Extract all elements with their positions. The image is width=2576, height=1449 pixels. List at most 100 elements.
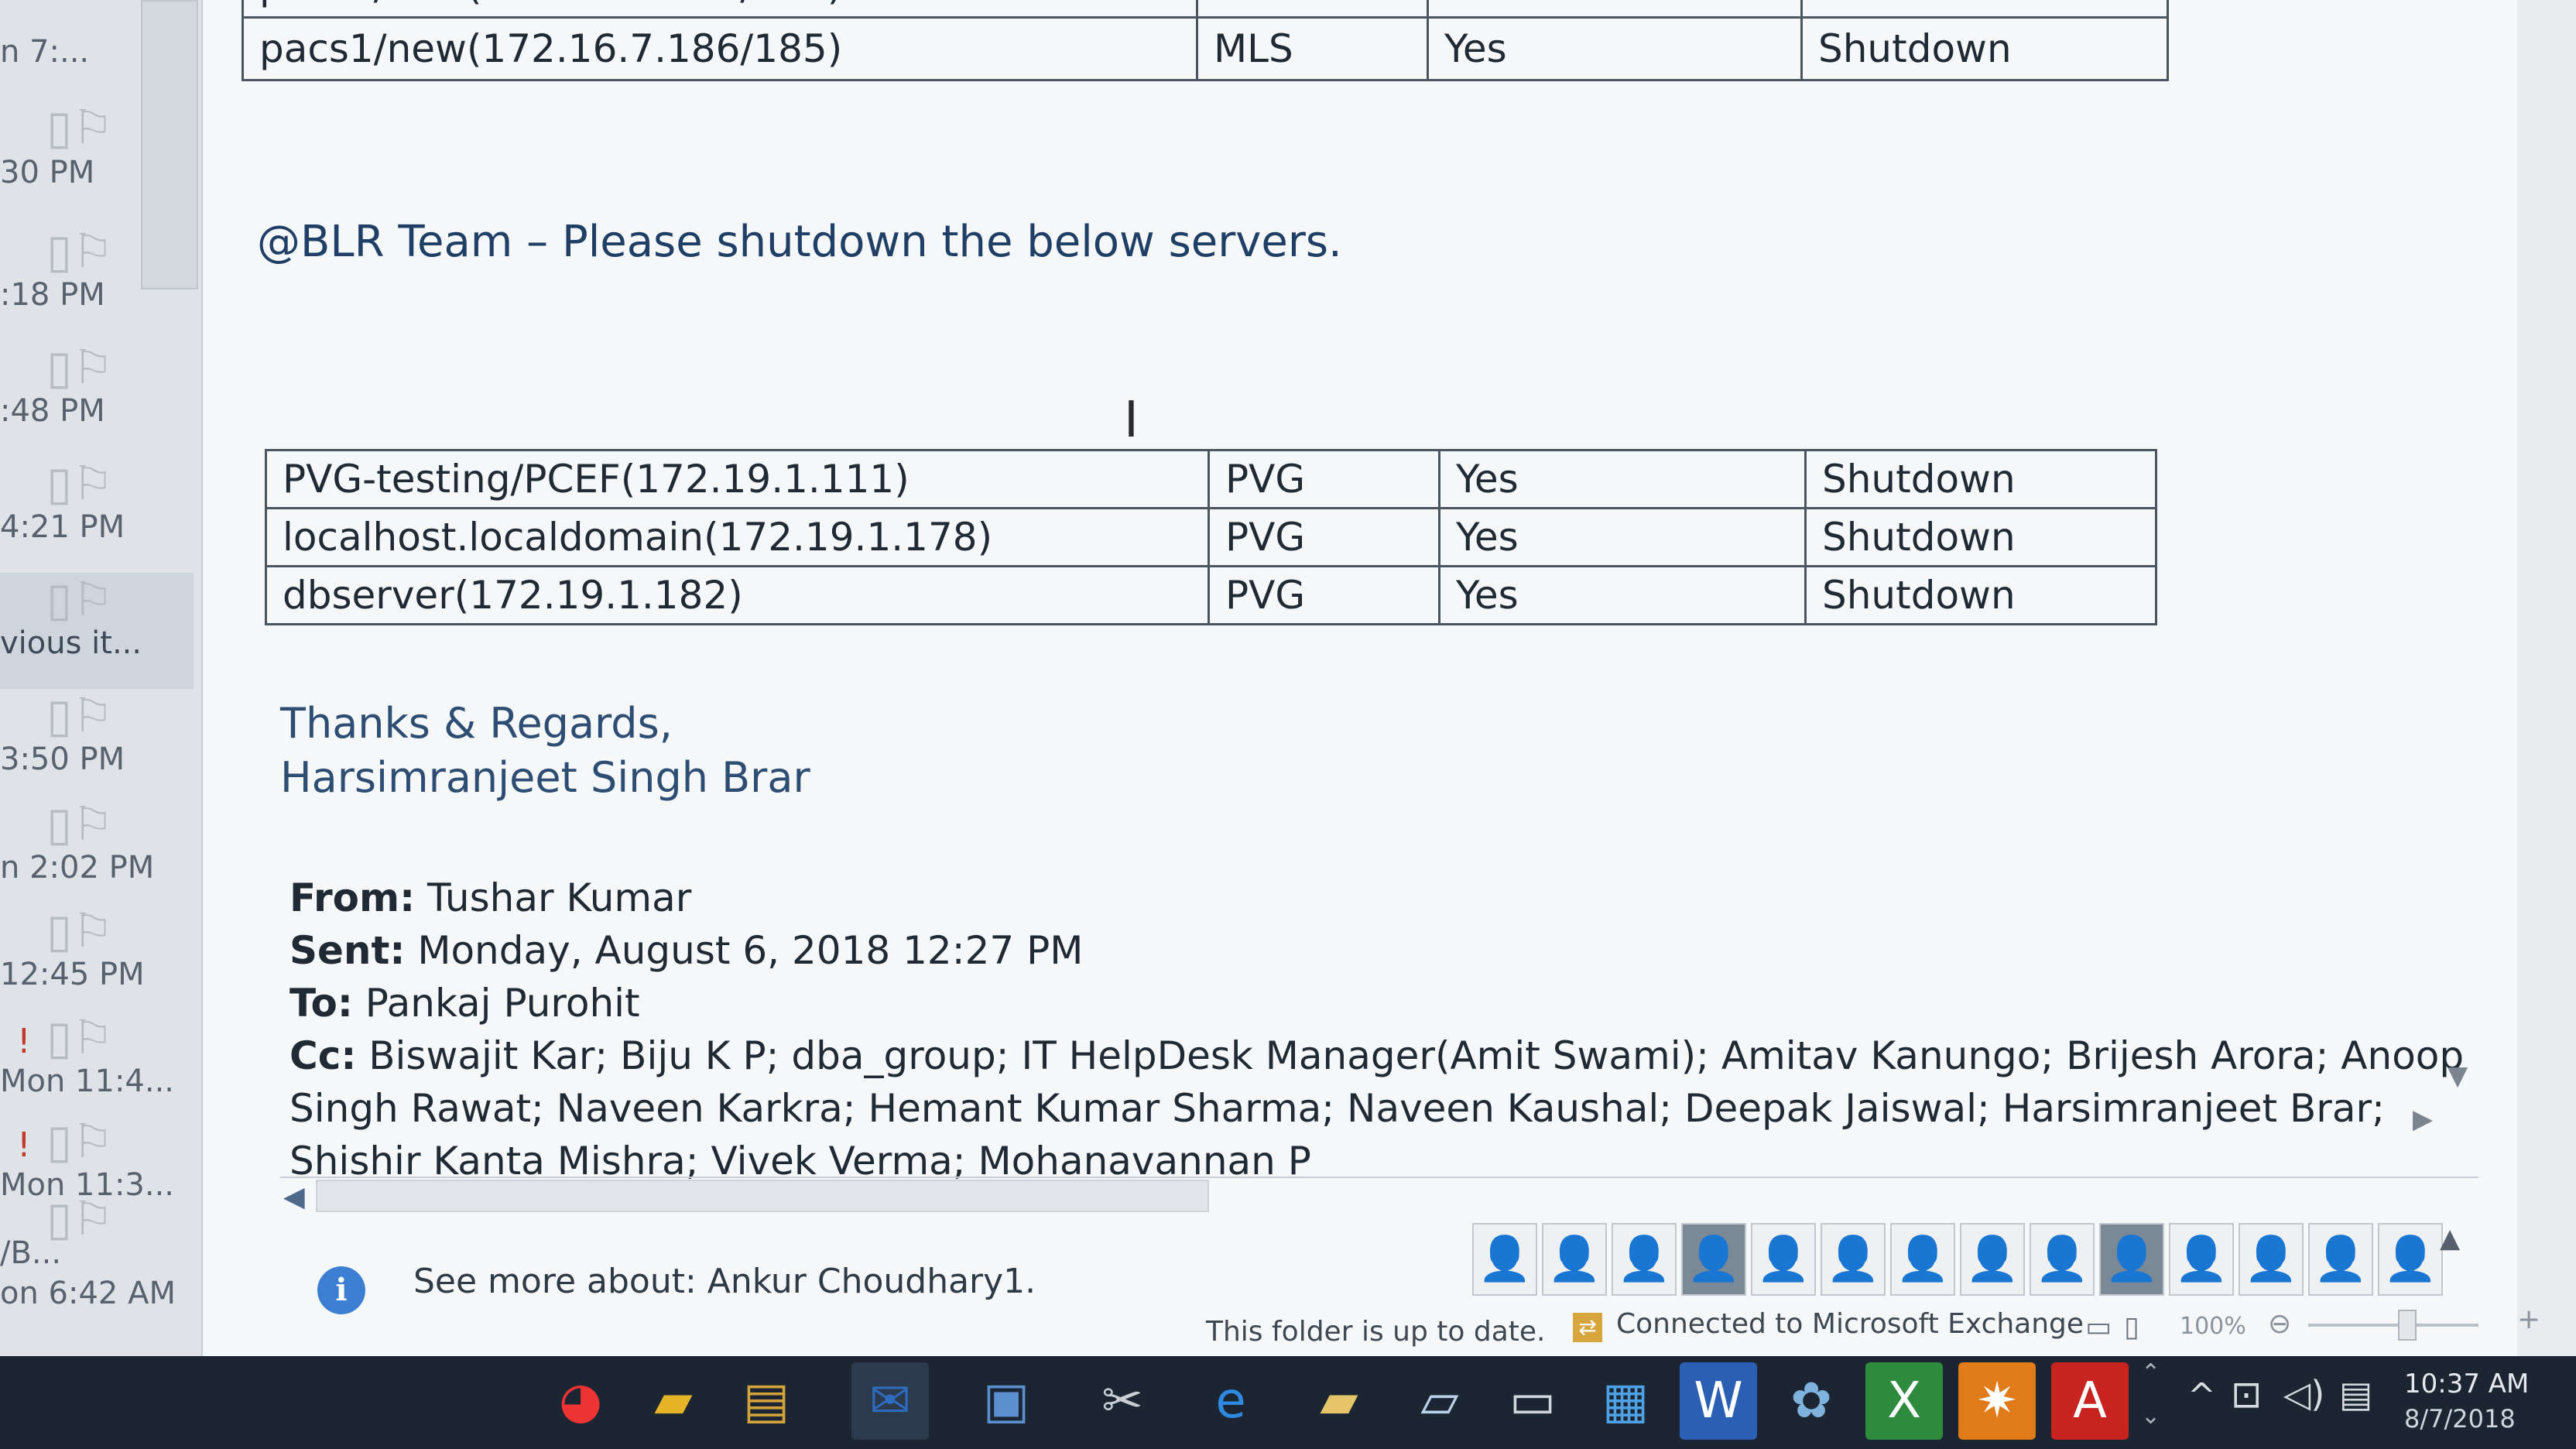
to-line: To: Pankaj Purohit: [289, 977, 2511, 1029]
person-avatar[interactable]: 👤: [1472, 1223, 1537, 1296]
acrobat-icon[interactable]: A: [2051, 1362, 2129, 1440]
table-cell: Shutdown: [1800, 16, 2169, 81]
notepad-icon[interactable]: ▱: [1401, 1362, 1478, 1440]
collapse-arrow-icon[interactable]: ▲: [2440, 1223, 2460, 1254]
flag-outline-icon[interactable]: ▯⚐: [46, 689, 114, 743]
reading-view-icon[interactable]: ▯: [2124, 1311, 2139, 1343]
message-list-item[interactable]: ▯⚐ :48 PM: [0, 341, 194, 457]
scroll-down-arrow-icon[interactable]: ▼: [2448, 1060, 2468, 1091]
action-center-icon[interactable]: ▤: [2339, 1373, 2372, 1415]
person-avatar[interactable]: 👤: [2308, 1223, 2373, 1296]
server-table-2: PVG-testing/PCEF(172.19.1.111) PVG Yes S…: [265, 449, 2157, 625]
message-time: 4:21 PM: [0, 509, 125, 545]
network-icon[interactable]: ⊡: [2231, 1373, 2262, 1416]
flag-outline-icon[interactable]: ▯⚐: [46, 341, 114, 395]
message-list-item[interactable]: ▯⚐ :18 PM: [0, 224, 194, 341]
message-time: 3:50 PM: [0, 742, 125, 777]
message-list-item[interactable]: ! ▯⚐ Mon 11:4...: [0, 1011, 194, 1127]
remote-desktop-icon[interactable]: ▣: [968, 1362, 1045, 1440]
outlook-icon[interactable]: ✉: [851, 1362, 929, 1440]
volume-icon[interactable]: ◁): [2283, 1373, 2324, 1415]
word-icon[interactable]: W: [1680, 1362, 1757, 1440]
show-hidden-icons-icon[interactable]: ^: [2187, 1376, 2216, 1416]
command-prompt-icon[interactable]: ▭: [1494, 1362, 1571, 1440]
forwarded-message-header: From: Tushar Kumar Sent: Monday, August …: [289, 872, 2511, 1187]
person-avatar[interactable]: 👤: [1612, 1223, 1677, 1296]
message-list-item[interactable]: ▯⚐ 12:45 PM: [0, 904, 194, 1020]
table-cell: Shutdown: [1804, 449, 2157, 509]
sent-line: Sent: Monday, August 6, 2018 12:27 PM: [289, 924, 2511, 977]
message-list-item[interactable]: ▯⚐ n 2:02 PM: [0, 797, 194, 913]
excel-icon[interactable]: X: [1865, 1362, 1943, 1440]
table-cell: Yes: [1438, 507, 1807, 567]
snipping-tool-icon[interactable]: ✂: [1084, 1362, 1161, 1440]
person-avatar[interactable]: 👤: [2169, 1223, 2234, 1296]
exchange-connection-icon: ⇄: [1573, 1313, 1602, 1342]
display-icon[interactable]: ▦: [1587, 1362, 1664, 1440]
person-avatar[interactable]: 👤: [2378, 1223, 2443, 1296]
message-time: on 6:42 AM: [0, 1276, 176, 1311]
message-list-item[interactable]: on 6:42 AM: [0, 1238, 194, 1355]
table-cell: pacs1/new(172.16.7.186/185): [242, 0, 1198, 19]
taskbar-clock-time[interactable]: 10:37 AM: [2404, 1368, 2529, 1399]
file-explorer-icon[interactable]: ▰: [635, 1362, 712, 1440]
table-row: pacs1/new(172.16.7.186/185) MLS Yes Shut…: [242, 16, 2169, 81]
see-more-link[interactable]: See more about: Ankur Choudhary1.: [413, 1262, 1036, 1301]
cc-label: Cc:: [289, 1033, 357, 1078]
taskbar-clock-date[interactable]: 8/7/2018: [2404, 1404, 2516, 1434]
flag-outline-icon[interactable]: ▯⚐: [46, 1011, 114, 1065]
chrome-icon[interactable]: ◕: [542, 1362, 619, 1440]
normal-view-icon[interactable]: ▭: [2085, 1311, 2112, 1343]
flag-outline-icon[interactable]: ▯⚐: [46, 1115, 114, 1169]
zoom-slider[interactable]: [2308, 1324, 2478, 1327]
person-avatar[interactable]: 👤: [1821, 1223, 1886, 1296]
table-cell: Yes: [1438, 565, 1807, 625]
person-avatar[interactable]: 👤: [1751, 1223, 1816, 1296]
zoom-out-icon[interactable]: ⊖: [2268, 1308, 2291, 1340]
zoom-slider-thumb[interactable]: [2398, 1310, 2417, 1341]
scrollbar-thumb[interactable]: [316, 1180, 1209, 1212]
person-avatar[interactable]: 👤: [1960, 1223, 2025, 1296]
flag-outline-icon[interactable]: ▯⚐: [46, 904, 114, 958]
table-cell: Shutdown: [1804, 507, 2157, 567]
person-avatar[interactable]: 👤: [2239, 1223, 2304, 1296]
taskbar-scroll-down-icon[interactable]: ⌄: [2141, 1403, 2160, 1430]
message-list-item-selected[interactable]: ▯⚐ vious it...: [0, 573, 194, 689]
high-importance-icon: !: [17, 1125, 31, 1165]
signature-name: Harsimranjeet Singh Brar: [280, 753, 810, 802]
message-list[interactable]: n 7:... ▯⚐ 30 PM ▯⚐ :18 PM ▯⚐ :48 PM ▯⚐ …: [0, 0, 203, 1386]
settings-app-icon[interactable]: ✷: [1958, 1362, 2036, 1440]
internet-explorer-icon[interactable]: e: [1192, 1362, 1269, 1440]
scroll-left-arrow-icon[interactable]: ◀: [283, 1181, 305, 1213]
table-row: pacs1/new(172.16.7.186/185) MFS Yes Shut…: [242, 0, 2169, 19]
taskbar-scroll-up-icon[interactable]: ⌃: [2141, 1359, 2160, 1386]
message-list-item[interactable]: n 7:...: [0, 0, 194, 98]
person-avatar[interactable]: 👤: [1890, 1223, 1955, 1296]
flag-outline-icon[interactable]: ▯⚐: [46, 224, 114, 279]
flag-outline-icon[interactable]: ▯⚐: [46, 457, 114, 511]
message-list-item[interactable]: ▯⚐ 30 PM: [0, 101, 194, 217]
zoom-in-icon[interactable]: +: [2517, 1303, 2540, 1335]
network-tool-icon[interactable]: ✿: [1773, 1362, 1850, 1440]
taskbar-app-icon[interactable]: ▤: [728, 1362, 805, 1440]
scroll-right-arrow-icon[interactable]: ▶: [2413, 1104, 2433, 1135]
message-list-item[interactable]: ▯⚐ 4:21 PM: [0, 457, 194, 573]
table-cell: localhost.localdomain(172.19.1.178): [265, 507, 1210, 567]
person-avatar-photo[interactable]: 👤: [1681, 1223, 1746, 1296]
message-time: :48 PM: [0, 393, 105, 429]
flag-outline-icon[interactable]: ▯⚐: [46, 797, 114, 851]
cc-value: Biswajit Kar; Biju K P; dba_group; IT He…: [289, 1033, 2465, 1184]
to-label: To:: [289, 981, 353, 1026]
flag-outline-icon[interactable]: ▯⚐: [46, 101, 114, 155]
info-icon: i: [317, 1266, 365, 1314]
table-cell: Yes: [1427, 16, 1803, 81]
zoom-level[interactable]: 100%: [2180, 1313, 2246, 1340]
person-avatar[interactable]: 👤: [2030, 1223, 2095, 1296]
flag-outline-icon[interactable]: ▯⚐: [46, 573, 114, 627]
person-avatar[interactable]: 👤: [1542, 1223, 1607, 1296]
folder-icon[interactable]: ▰: [1300, 1362, 1378, 1440]
message-list-item[interactable]: ▯⚐ 3:50 PM: [0, 689, 194, 805]
person-avatar-photo[interactable]: 👤: [2099, 1223, 2164, 1296]
shutdown-request-text: @BLR Team – Please shutdown the below se…: [257, 217, 1342, 267]
horizontal-scrollbar[interactable]: ◀: [280, 1177, 2478, 1214]
